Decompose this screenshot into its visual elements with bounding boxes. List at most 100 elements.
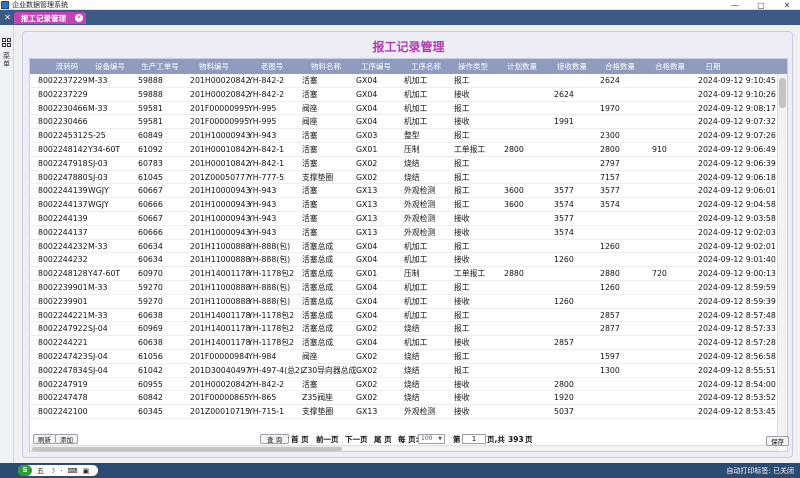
cell-flow-code[interactable]: 8002244221 — [38, 336, 88, 350]
cell-operation-type[interactable]: 报工 — [454, 184, 470, 198]
cell-material-name[interactable]: Z30导向器总成 — [302, 364, 356, 378]
col-work-order[interactable]: 生产工单号 — [138, 59, 182, 74]
cell-material-name[interactable]: 阀座 — [302, 115, 318, 129]
cell-old-drawing[interactable]: YH-1178包2 — [248, 267, 294, 281]
cell-date[interactable]: 2024-09-12 8:59:59 — [698, 281, 776, 295]
ime-mode[interactable]: 五 — [37, 466, 44, 476]
cell-old-drawing[interactable]: YH-888(包) — [248, 295, 290, 309]
cell-received-qty[interactable]: 2800 — [554, 378, 574, 392]
cell-process-name[interactable]: 外观检测 — [404, 405, 435, 419]
cell-date[interactable]: 2024-09-12 9:02:01 — [698, 240, 776, 254]
cell-operation-type[interactable]: 接收 — [454, 226, 470, 240]
cell-qualified-qty[interactable]: 2857 — [600, 309, 620, 323]
cell-process-name[interactable]: 压制 — [404, 267, 420, 281]
col-flow-code[interactable]: 流转码 — [50, 59, 84, 74]
cell-operation-type[interactable]: 报工 — [454, 102, 470, 116]
cell-material-no[interactable]: 201H14001178 — [190, 336, 250, 350]
cell-process-name[interactable]: 烧结 — [404, 378, 420, 392]
cell-received-qty[interactable]: 1991 — [554, 115, 574, 129]
first-page-link[interactable]: 首 页 — [291, 435, 309, 445]
cell-date[interactable]: 2024-09-12 9:06:49 — [698, 143, 776, 157]
cell-operation-type[interactable]: 报工 — [454, 129, 470, 143]
table-row[interactable]: 8002239901 59270 201H11000888 YH-888(包) 活塞总成… — [30, 295, 778, 309]
cell-material-no[interactable]: 201H00020842 — [190, 88, 250, 102]
cell-qualified-qty-2[interactable]: 720 — [652, 267, 667, 281]
cell-material-name[interactable]: 活塞总成 — [302, 240, 333, 254]
query-button[interactable]: 查 询 — [260, 434, 290, 444]
horizontal-scrollbar[interactable] — [30, 445, 779, 451]
cell-process-name[interactable]: 机加工 — [404, 102, 427, 116]
cell-process-name[interactable]: 机加工 — [404, 253, 427, 267]
cell-process-no[interactable]: GX03 — [356, 129, 377, 143]
cell-process-no[interactable]: GX02 — [356, 364, 377, 378]
cell-date[interactable]: 2024-09-12 8:56:58 — [698, 350, 776, 364]
cell-material-no[interactable]: 201H00010842 — [190, 143, 250, 157]
cell-work-order[interactable]: 60667 — [138, 212, 163, 226]
cell-qualified-qty-2[interactable]: 910 — [652, 143, 667, 157]
cell-material-name[interactable]: Z35阀座 — [302, 391, 333, 405]
cell-material-no[interactable]: 201H10000943 — [190, 198, 250, 212]
cell-process-no[interactable]: GX02 — [356, 350, 377, 364]
cell-old-drawing[interactable]: YH-842-1 — [248, 157, 284, 171]
cell-material-name[interactable]: 活塞总成 — [302, 267, 333, 281]
cell-work-order[interactable]: 60969 — [138, 322, 163, 336]
cell-operation-type[interactable]: 报工 — [454, 281, 470, 295]
table-row[interactable]: 8002248128 Y47-60T 60970 201H14001178 YH-117… — [30, 267, 778, 281]
cell-material-name[interactable]: 活塞 — [302, 88, 318, 102]
punctuation-icon[interactable]: · — [60, 467, 62, 475]
col-received-qty[interactable]: 接收数量 — [554, 59, 590, 74]
cell-material-no[interactable]: 201F00000995 — [190, 102, 249, 116]
cell-device-no[interactable]: SJ-03 — [88, 171, 108, 185]
cell-material-no[interactable]: 201H10000943 — [190, 226, 250, 240]
cell-device-no[interactable]: M-33 — [88, 309, 107, 323]
next-page-link[interactable]: 下一页 — [345, 435, 368, 445]
last-page-link[interactable]: 尾 页 — [374, 435, 392, 445]
cell-material-no[interactable]: 201H10000943 — [190, 184, 250, 198]
cell-operation-type[interactable]: 报工 — [454, 364, 470, 378]
tab-close-icon[interactable]: ✕ — [75, 14, 83, 22]
cell-flow-code[interactable]: 8002237229 — [38, 88, 88, 102]
cell-process-no[interactable]: GX04 — [356, 74, 377, 88]
cell-work-order[interactable]: 59581 — [138, 102, 163, 116]
cell-device-no[interactable]: M-33 — [88, 102, 107, 116]
cell-work-order[interactable]: 60345 — [138, 405, 163, 419]
cell-material-name[interactable]: 活塞总成 — [302, 309, 333, 323]
cell-date[interactable]: 2024-09-12 9:07:32 — [698, 115, 776, 129]
col-material-no[interactable]: 物料编号 — [190, 59, 238, 74]
cell-work-order[interactable]: 60666 — [138, 226, 163, 240]
cell-flow-code[interactable]: 8002247880 — [38, 171, 88, 185]
cell-material-no[interactable]: 201D30040497 — [190, 364, 251, 378]
cell-process-name[interactable]: 机加工 — [404, 74, 427, 88]
cell-qualified-qty[interactable]: 1970 — [600, 102, 620, 116]
cell-process-name[interactable]: 外观检测 — [404, 198, 435, 212]
cell-qualified-qty[interactable]: 7157 — [600, 171, 620, 185]
cell-date[interactable]: 2024-09-12 9:06:39 — [698, 157, 776, 171]
cell-device-no[interactable]: Y47-60T — [88, 267, 120, 281]
cell-work-order[interactable]: 59888 — [138, 74, 163, 88]
cell-device-no[interactable]: M-33 — [88, 74, 107, 88]
cell-qualified-qty[interactable]: 1597 — [600, 350, 620, 364]
cell-process-no[interactable]: GX04 — [356, 115, 377, 129]
cell-received-qty[interactable]: 3574 — [554, 226, 574, 240]
col-operation-type[interactable]: 操作类型 — [454, 59, 492, 74]
cell-work-order[interactable]: 59270 — [138, 281, 163, 295]
table-row[interactable]: 8002244139 WGJY 60667 201H10000943 YH-943 活塞 G… — [30, 184, 778, 199]
cell-process-name[interactable]: 机加工 — [404, 240, 427, 254]
cell-work-order[interactable]: 60666 — [138, 198, 163, 212]
cell-date[interactable]: 2024-09-12 9:01:40 — [698, 253, 776, 267]
sidebar-menu-label[interactable]: 菜单 — [3, 52, 11, 68]
table-row[interactable]: 8002239901 M-33 59270 201H11000888 YH-888(包)… — [30, 281, 778, 295]
tab-report-records[interactable]: 报工记录管理 ✕ — [14, 12, 86, 24]
cell-work-order[interactable]: 60667 — [138, 184, 163, 198]
col-planned-qty[interactable]: 计划数量 — [504, 59, 540, 74]
cell-flow-code[interactable]: 8002247919 — [38, 378, 88, 392]
table-row[interactable]: 8002247880 SJ-03 61045 201Z00050777 YH-777-5… — [30, 171, 778, 185]
cell-old-drawing[interactable]: YH-943 — [248, 198, 276, 212]
cell-planned-qty[interactable]: 3600 — [504, 184, 524, 198]
cell-operation-type[interactable]: 接收 — [454, 295, 470, 309]
cell-operation-type[interactable]: 接收 — [454, 378, 470, 392]
cell-process-no[interactable]: GX04 — [356, 253, 377, 267]
table-row[interactable]: 8002247423 SJ-04 61056 201F00000984 YH-984 阀座… — [30, 350, 778, 364]
col-old-drawing[interactable]: 老图号 — [252, 59, 292, 74]
table-row[interactable]: 8002244137 60666 201H10000943 YH-943 活塞 GX13 外… — [30, 226, 778, 240]
